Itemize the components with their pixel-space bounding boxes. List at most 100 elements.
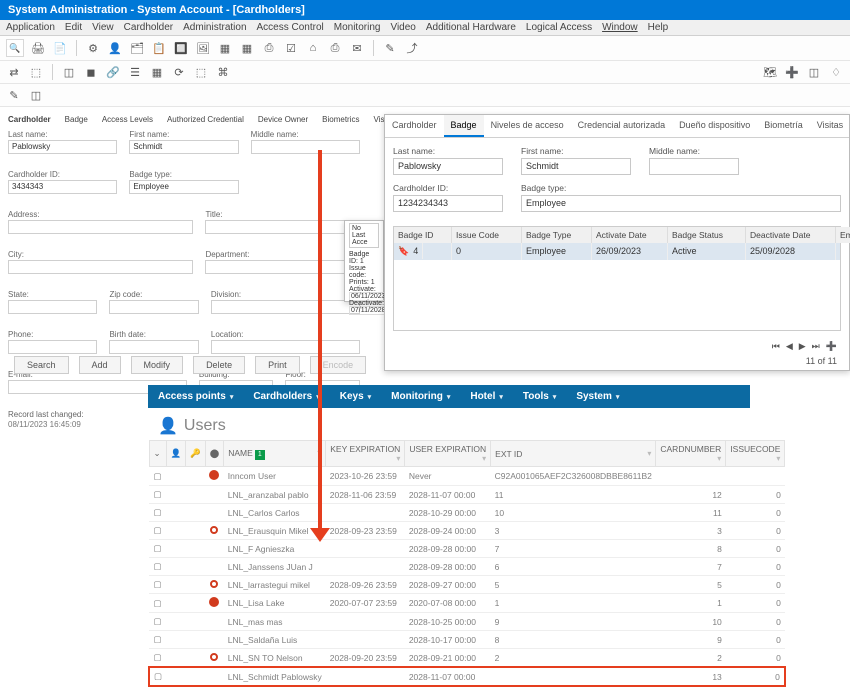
ptab-dueno[interactable]: Dueño dispositivo xyxy=(672,115,757,137)
print-button[interactable]: Print xyxy=(255,356,300,374)
tool-icon[interactable]: ⎙ xyxy=(327,40,343,56)
tool-icon[interactable]: ◼ xyxy=(83,64,99,80)
webapp-menu-keys[interactable]: Keys xyxy=(330,385,381,408)
tool-icon[interactable]: 🗺 xyxy=(762,64,778,80)
menu-monitoring[interactable]: Monitoring xyxy=(334,22,381,33)
division-field[interactable] xyxy=(211,300,360,314)
tool-icon[interactable]: ⎙ xyxy=(261,40,277,56)
menu-view[interactable]: View xyxy=(92,22,114,33)
tool-icon[interactable]: ⬚ xyxy=(28,64,44,80)
tool-icon[interactable]: ⇄ xyxy=(6,64,22,80)
user-row[interactable]: ▢LNL_mas mas2028-10-25 00:009100 xyxy=(149,613,785,631)
menu-window[interactable]: Window xyxy=(602,22,638,33)
tool-icon[interactable]: ⤴ xyxy=(404,40,420,56)
tool-icon[interactable]: ☑ xyxy=(283,40,299,56)
tab-auth-credential[interactable]: Authorized Credential xyxy=(163,113,248,126)
search-icon[interactable]: 🔍 xyxy=(6,39,24,57)
new-icon[interactable]: 📄 xyxy=(52,40,68,56)
user-row[interactable]: ▢Inncom User2023-10-26 23:59NeverC92A001… xyxy=(149,467,785,486)
city-field[interactable] xyxy=(8,260,193,274)
tool-icon[interactable]: ▦ xyxy=(149,64,165,80)
ptab-cardholder[interactable]: Cardholder xyxy=(385,115,444,137)
ptab-biometria[interactable]: Biometría xyxy=(757,115,810,137)
tool-icon[interactable]: ☰ xyxy=(127,64,143,80)
print-icon[interactable]: 🖨 xyxy=(30,40,46,56)
tab-access-levels[interactable]: Access Levels xyxy=(98,113,157,126)
user-row[interactable]: ▢LNL_F Agnieszka2028-09-28 00:00780 xyxy=(149,540,785,558)
user-row[interactable]: ▢LNL_larrastegui mikel2028-09-26 23:5920… xyxy=(149,576,785,594)
zip-field[interactable] xyxy=(109,300,198,314)
lastname-field[interactable]: Pablowsky xyxy=(8,140,117,154)
menu-access-control[interactable]: Access Control xyxy=(257,22,324,33)
tool-icon[interactable]: ✉ xyxy=(349,40,365,56)
user-row[interactable]: ▢LNL_Erausquin Mikel2028-09-23 23:592028… xyxy=(149,522,785,540)
tool-icon[interactable]: ♢ xyxy=(828,64,844,80)
firstname-field[interactable]: Schmidt xyxy=(129,140,238,154)
popup-firstname[interactable]: Schmidt xyxy=(521,158,631,175)
tool-icon[interactable]: ⌘ xyxy=(215,64,231,80)
menu-additional-hardware[interactable]: Additional Hardware xyxy=(426,22,516,33)
popup-lastname[interactable]: Pablowsky xyxy=(393,158,503,175)
menu-help[interactable]: Help xyxy=(648,22,669,33)
tool-icon[interactable]: ⌂ xyxy=(305,40,321,56)
add-button[interactable]: Add xyxy=(79,356,121,374)
menu-video[interactable]: Video xyxy=(390,22,415,33)
tool-icon[interactable]: 🔲 xyxy=(173,40,189,56)
modify-button[interactable]: Modify xyxy=(131,356,184,374)
user-row[interactable]: ▢LNL_Schmidt Pablowsky2028-11-07 00:0013… xyxy=(149,667,785,686)
nav-next-icon[interactable]: ▶ xyxy=(799,341,806,352)
popup-middlename[interactable] xyxy=(649,158,739,175)
tool-icon[interactable]: 🗂 xyxy=(129,40,145,56)
tab-biometrics[interactable]: Biometrics xyxy=(318,113,363,126)
menu-application[interactable]: Application xyxy=(6,22,55,33)
delete-button[interactable]: Delete xyxy=(193,356,245,374)
menu-administration[interactable]: Administration xyxy=(183,22,246,33)
tool-icon[interactable]: ✎ xyxy=(382,40,398,56)
search-button[interactable]: Search xyxy=(14,356,69,374)
badge-row[interactable]: 🔖40Employee26/09/2023Active25/09/2028 xyxy=(394,243,840,260)
popup-cardholderid[interactable]: 1234234343 xyxy=(393,195,503,212)
tool-icon[interactable]: ◫ xyxy=(806,64,822,80)
nav-add-icon[interactable]: ➕ xyxy=(826,341,837,352)
menu-edit[interactable]: Edit xyxy=(65,22,82,33)
user-row[interactable]: ▢LNL_Carlos Carlos2028-10-29 00:0010110 xyxy=(149,504,785,522)
user-row[interactable]: ▢LNL_SN TO Nelson2028-09-20 23:592028-09… xyxy=(149,649,785,668)
user-row[interactable]: ▢LNL_aranzabal pablo2028-11-06 23:592028… xyxy=(149,486,785,504)
tool-icon[interactable]: ▦ xyxy=(217,40,233,56)
tool-icon[interactable]: ⚙ xyxy=(85,40,101,56)
webapp-menu-hotel[interactable]: Hotel xyxy=(460,385,513,408)
nav-first-icon[interactable]: ⏮ xyxy=(772,341,780,352)
middlename-field[interactable] xyxy=(251,140,360,154)
webapp-menu-system[interactable]: System xyxy=(566,385,629,408)
ptab-credencial[interactable]: Credencial autorizada xyxy=(571,115,673,137)
tool-icon[interactable]: 🔗 xyxy=(105,64,121,80)
badgetype-field[interactable]: Employee xyxy=(129,180,238,194)
tool-icon[interactable]: ✎ xyxy=(6,87,22,103)
tab-cardholder[interactable]: Cardholder xyxy=(4,113,55,126)
tab-device-owner[interactable]: Device Owner xyxy=(254,113,312,126)
address-field[interactable] xyxy=(8,220,193,234)
tool-icon[interactable]: 👤 xyxy=(107,40,123,56)
user-row[interactable]: ▢LNL_Saldaña Luis2028-10-17 00:00890 xyxy=(149,631,785,649)
ptab-visitas[interactable]: Visitas xyxy=(810,115,849,137)
webapp-menu-tools[interactable]: Tools xyxy=(513,385,566,408)
user-row[interactable]: ▢LNL_Janssens JUan J2028-09-28 00:00670 xyxy=(149,558,785,576)
ptab-niveles[interactable]: Niveles de acceso xyxy=(484,115,571,137)
department-field[interactable] xyxy=(205,260,360,274)
tool-icon[interactable]: ⟳ xyxy=(171,64,187,80)
cardholderid-field[interactable]: 3434343 xyxy=(8,180,117,194)
tool-icon[interactable]: 🖼 xyxy=(195,40,211,56)
tool-icon[interactable]: ▦ xyxy=(239,40,255,56)
popup-badgetype[interactable]: Employee xyxy=(521,195,841,212)
nav-prev-icon[interactable]: ◀ xyxy=(786,341,793,352)
tool-icon[interactable]: ◫ xyxy=(28,87,44,103)
user-row[interactable]: ▢LNL_Lisa Lake2020-07-07 23:592020-07-08… xyxy=(149,594,785,613)
tool-icon[interactable]: ⬚ xyxy=(193,64,209,80)
menu-cardholder[interactable]: Cardholder xyxy=(124,22,173,33)
nav-last-icon[interactable]: ⏭ xyxy=(812,341,820,352)
tool-icon[interactable]: 📋 xyxy=(151,40,167,56)
ptab-badge[interactable]: Badge xyxy=(444,115,484,137)
webapp-menu-cardholders[interactable]: Cardholders xyxy=(243,385,329,408)
tool-icon[interactable]: ➕ xyxy=(784,64,800,80)
tab-badge[interactable]: Badge xyxy=(61,113,92,126)
